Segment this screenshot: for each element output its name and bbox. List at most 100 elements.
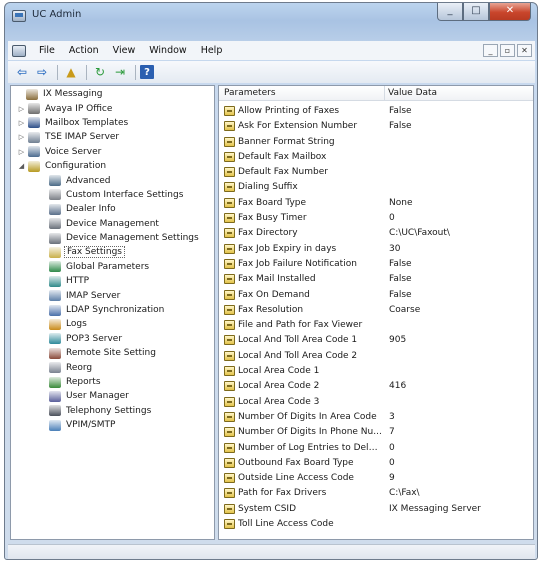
parameter-row[interactable]: Fax Resolution Coarse <box>219 303 533 318</box>
parameter-row[interactable]: Default Fax Number <box>219 165 533 180</box>
template-icon <box>28 117 40 129</box>
menu-window[interactable]: Window <box>142 45 193 56</box>
parameter-value: C:\Fax\ <box>389 488 420 499</box>
tree-node-custom-interface-settings[interactable]: Custom Interface Settings <box>11 188 214 202</box>
parameter-name: Local Area Code 2 <box>238 381 320 392</box>
parameter-row[interactable]: Outside Line Access Code 9 <box>219 471 533 486</box>
tree-node-telephony-settings[interactable]: Telephony Settings <box>11 404 214 418</box>
parameter-icon <box>224 289 235 300</box>
parameter-row[interactable]: Number Of Digits In Area Code 3 <box>219 410 533 425</box>
parameter-row[interactable]: Fax On Demand False <box>219 288 533 303</box>
tree-node-dealer-info[interactable]: Dealer Info <box>11 202 214 216</box>
parameter-row[interactable]: Local Area Code 3 <box>219 395 533 410</box>
parameter-row[interactable]: Banner Format String <box>219 135 533 150</box>
tree-node-label: Remote Site Setting <box>66 348 156 359</box>
parameter-row[interactable]: Default Fax Mailbox <box>219 150 533 165</box>
export-icon[interactable]: ⇥ <box>111 64 129 80</box>
tree-node-device-management[interactable]: Device Management <box>11 217 214 231</box>
mdi-close-button[interactable]: ✕ <box>517 44 532 57</box>
expand-toggle-icon[interactable]: ▷ <box>17 133 26 141</box>
tree-node-tse-imap-server[interactable]: ▷ TSE IMAP Server <box>11 130 214 144</box>
menu-action[interactable]: Action <box>62 45 106 56</box>
caption-buttons: _ □ ✕ <box>437 3 531 21</box>
tree-node-advanced[interactable]: Advanced <box>11 173 214 187</box>
tree-node-fax-settings[interactable]: Fax Settings <box>11 245 214 259</box>
expand-toggle-icon[interactable]: ▷ <box>17 105 26 113</box>
tree-node-pop3-server[interactable]: POP3 Server <box>11 332 214 346</box>
expand-toggle-icon[interactable]: ▷ <box>17 119 26 127</box>
user-manager-icon <box>49 390 61 402</box>
parameter-row[interactable]: Number Of Digits In Phone Nu... 7 <box>219 425 533 440</box>
parameter-icon <box>224 488 235 499</box>
close-button[interactable]: ✕ <box>489 3 531 21</box>
tree-node-ldap-synchronization[interactable]: LDAP Synchronization <box>11 303 214 317</box>
tree-node-user-manager[interactable]: User Manager <box>11 389 214 403</box>
parameter-row[interactable]: File and Path for Fax Viewer <box>219 318 533 333</box>
toolbar-separator <box>135 64 136 80</box>
parameter-icon <box>224 228 235 239</box>
tree-node-mailbox-templates[interactable]: ▷ Mailbox Templates <box>11 116 214 130</box>
parameters-list-pane[interactable]: Parameters Value Data Allow Printing of … <box>218 85 534 540</box>
expand-toggle-icon[interactable]: ▷ <box>17 148 26 156</box>
parameter-name: Allow Printing of Faxes <box>238 106 340 116</box>
column-header-value-data[interactable]: Value Data <box>388 88 437 98</box>
toolbar-separator <box>57 64 58 80</box>
folder-up-icon[interactable]: ▲ <box>62 64 80 80</box>
parameter-row[interactable]: Dialing Suffix <box>219 180 533 195</box>
column-divider[interactable] <box>384 86 385 101</box>
parameter-row[interactable]: Fax Mail Installed False <box>219 272 533 287</box>
tree-node-logs[interactable]: Logs <box>11 317 214 331</box>
title-bar[interactable]: UC Admin _ □ ✕ <box>5 3 537 37</box>
parameter-row[interactable]: Ask For Extension Number False <box>219 119 533 134</box>
parameter-row[interactable]: System CSID IX Messaging Server <box>219 502 533 517</box>
parameter-name: Default Fax Number <box>238 167 328 178</box>
tree-node-global-parameters[interactable]: Global Parameters <box>11 260 214 274</box>
column-header-parameters[interactable]: Parameters <box>224 88 276 98</box>
parameter-row[interactable]: Local Area Code 2 416 <box>219 379 533 394</box>
tree-node-http[interactable]: HTTP <box>11 274 214 288</box>
parameter-row[interactable]: Allow Printing of Faxes False <box>219 104 533 119</box>
tree-node-remote-site-setting[interactable]: Remote Site Setting <box>11 346 214 360</box>
parameter-row[interactable]: Fax Job Expiry in days 30 <box>219 242 533 257</box>
menu-view[interactable]: View <box>106 45 143 56</box>
parameter-row[interactable]: Fax Job Failure Notification False <box>219 257 533 272</box>
tree-node-avaya-ip-office[interactable]: ▷ Avaya IP Office <box>11 101 214 115</box>
parameter-value: 9 <box>389 473 395 484</box>
tree-node-configuration[interactable]: ◢ Configuration <box>11 159 214 173</box>
parameter-value: 0 <box>389 442 395 453</box>
parameter-row[interactable]: Local And Toll Area Code 1 905 <box>219 333 533 348</box>
menu-help[interactable]: Help <box>194 45 230 56</box>
navigation-tree-pane[interactable]: IX Messaging ▷ Avaya IP Office ▷ Mailbox Tem… <box>10 85 215 540</box>
expand-toggle-icon[interactable]: ◢ <box>17 162 26 170</box>
menu-file[interactable]: File <box>32 45 62 56</box>
parameter-icon <box>224 519 235 530</box>
tree-node-vpim-smtp[interactable]: VPIM/SMTP <box>11 418 214 432</box>
parameter-name: Outside Line Access Code <box>238 473 354 484</box>
arrow-left-icon[interactable]: ⇦ <box>13 64 31 80</box>
minimize-button[interactable]: _ <box>437 3 463 21</box>
maximize-button[interactable]: □ <box>463 3 489 21</box>
parameter-name: Toll Line Access Code <box>238 519 334 530</box>
document-icon[interactable] <box>12 44 26 57</box>
help-icon[interactable]: ? <box>140 65 154 79</box>
parameter-row[interactable]: Number of Log Entries to Delete 0 <box>219 441 533 456</box>
mdi-minimize-button[interactable]: _ <box>483 44 498 57</box>
parameter-row[interactable]: Local And Toll Area Code 2 <box>219 349 533 364</box>
tree-node-voice-server[interactable]: ▷ Voice Server <box>11 145 214 159</box>
tree-node-imap-server[interactable]: IMAP Server <box>11 288 214 302</box>
tree-node-reports[interactable]: Reports <box>11 375 214 389</box>
refresh-icon[interactable]: ↻ <box>91 64 109 80</box>
parameter-row[interactable]: Toll Line Access Code <box>219 517 533 532</box>
toolbar: ⇦ ⇨ ▲ ↻ ⇥ ? <box>8 61 535 83</box>
parameter-row[interactable]: Outbound Fax Board Type 0 <box>219 456 533 471</box>
parameter-row[interactable]: Fax Busy Timer 0 <box>219 211 533 226</box>
arrow-right-icon[interactable]: ⇨ <box>33 64 51 80</box>
parameter-row[interactable]: Path for Fax Drivers C:\Fax\ <box>219 486 533 501</box>
parameter-row[interactable]: Fax Board Type None <box>219 196 533 211</box>
parameter-row[interactable]: Local Area Code 1 <box>219 364 533 379</box>
mdi-restore-button[interactable]: ▫ <box>500 44 515 57</box>
parameter-row[interactable]: Fax Directory C:\UC\Faxout\ <box>219 226 533 241</box>
tree-node-ix-messaging[interactable]: IX Messaging <box>11 87 214 101</box>
tree-node-reorg[interactable]: Reorg <box>11 360 214 374</box>
tree-node-device-management-settings[interactable]: Device Management Settings <box>11 231 214 245</box>
